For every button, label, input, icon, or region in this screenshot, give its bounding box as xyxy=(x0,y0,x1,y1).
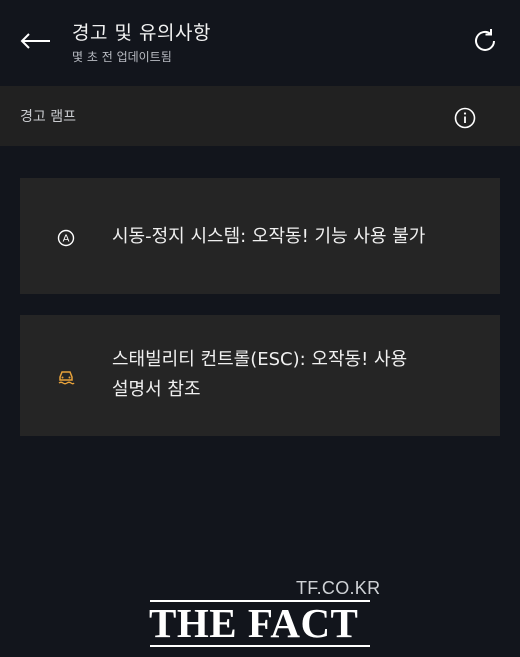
arrow-left-icon xyxy=(20,33,50,49)
svg-text:A: A xyxy=(63,234,70,245)
watermark-domain: TF.CO.KR xyxy=(296,578,381,598)
page-title: 경고 및 유의사항 xyxy=(72,22,211,44)
info-icon xyxy=(454,107,476,129)
watermark-logo: THE FACT xyxy=(149,600,359,646)
section-header: 경고 램프 xyxy=(0,86,520,146)
refresh-icon xyxy=(475,29,495,51)
refresh-button[interactable] xyxy=(470,26,500,56)
section-title: 경고 램프 xyxy=(20,109,76,125)
stability-control-icon xyxy=(56,367,76,391)
info-button[interactable] xyxy=(453,106,477,130)
last-updated-text: 몇 초 전 업데이트됨 xyxy=(72,50,172,64)
app-header: 경고 및 유의사항 몇 초 전 업데이트됨 xyxy=(0,0,520,86)
watermark-rule-bottom xyxy=(150,645,370,647)
warning-message: 시동-정지 시스템: 오작동! 기능 사용 불가 xyxy=(112,226,426,247)
auto-start-stop-icon: A xyxy=(56,228,76,252)
warning-card[interactable]: 스태빌리티 컨트롤(ESC): 오작동! 사용 설명서 참조 xyxy=(20,315,500,436)
warning-message: 스태빌리티 컨트롤(ESC): 오작동! 사용 설명서 참조 xyxy=(112,349,408,400)
warning-card[interactable]: A 시동-정지 시스템: 오작동! 기능 사용 불가 xyxy=(20,178,500,294)
back-button[interactable] xyxy=(18,26,54,56)
